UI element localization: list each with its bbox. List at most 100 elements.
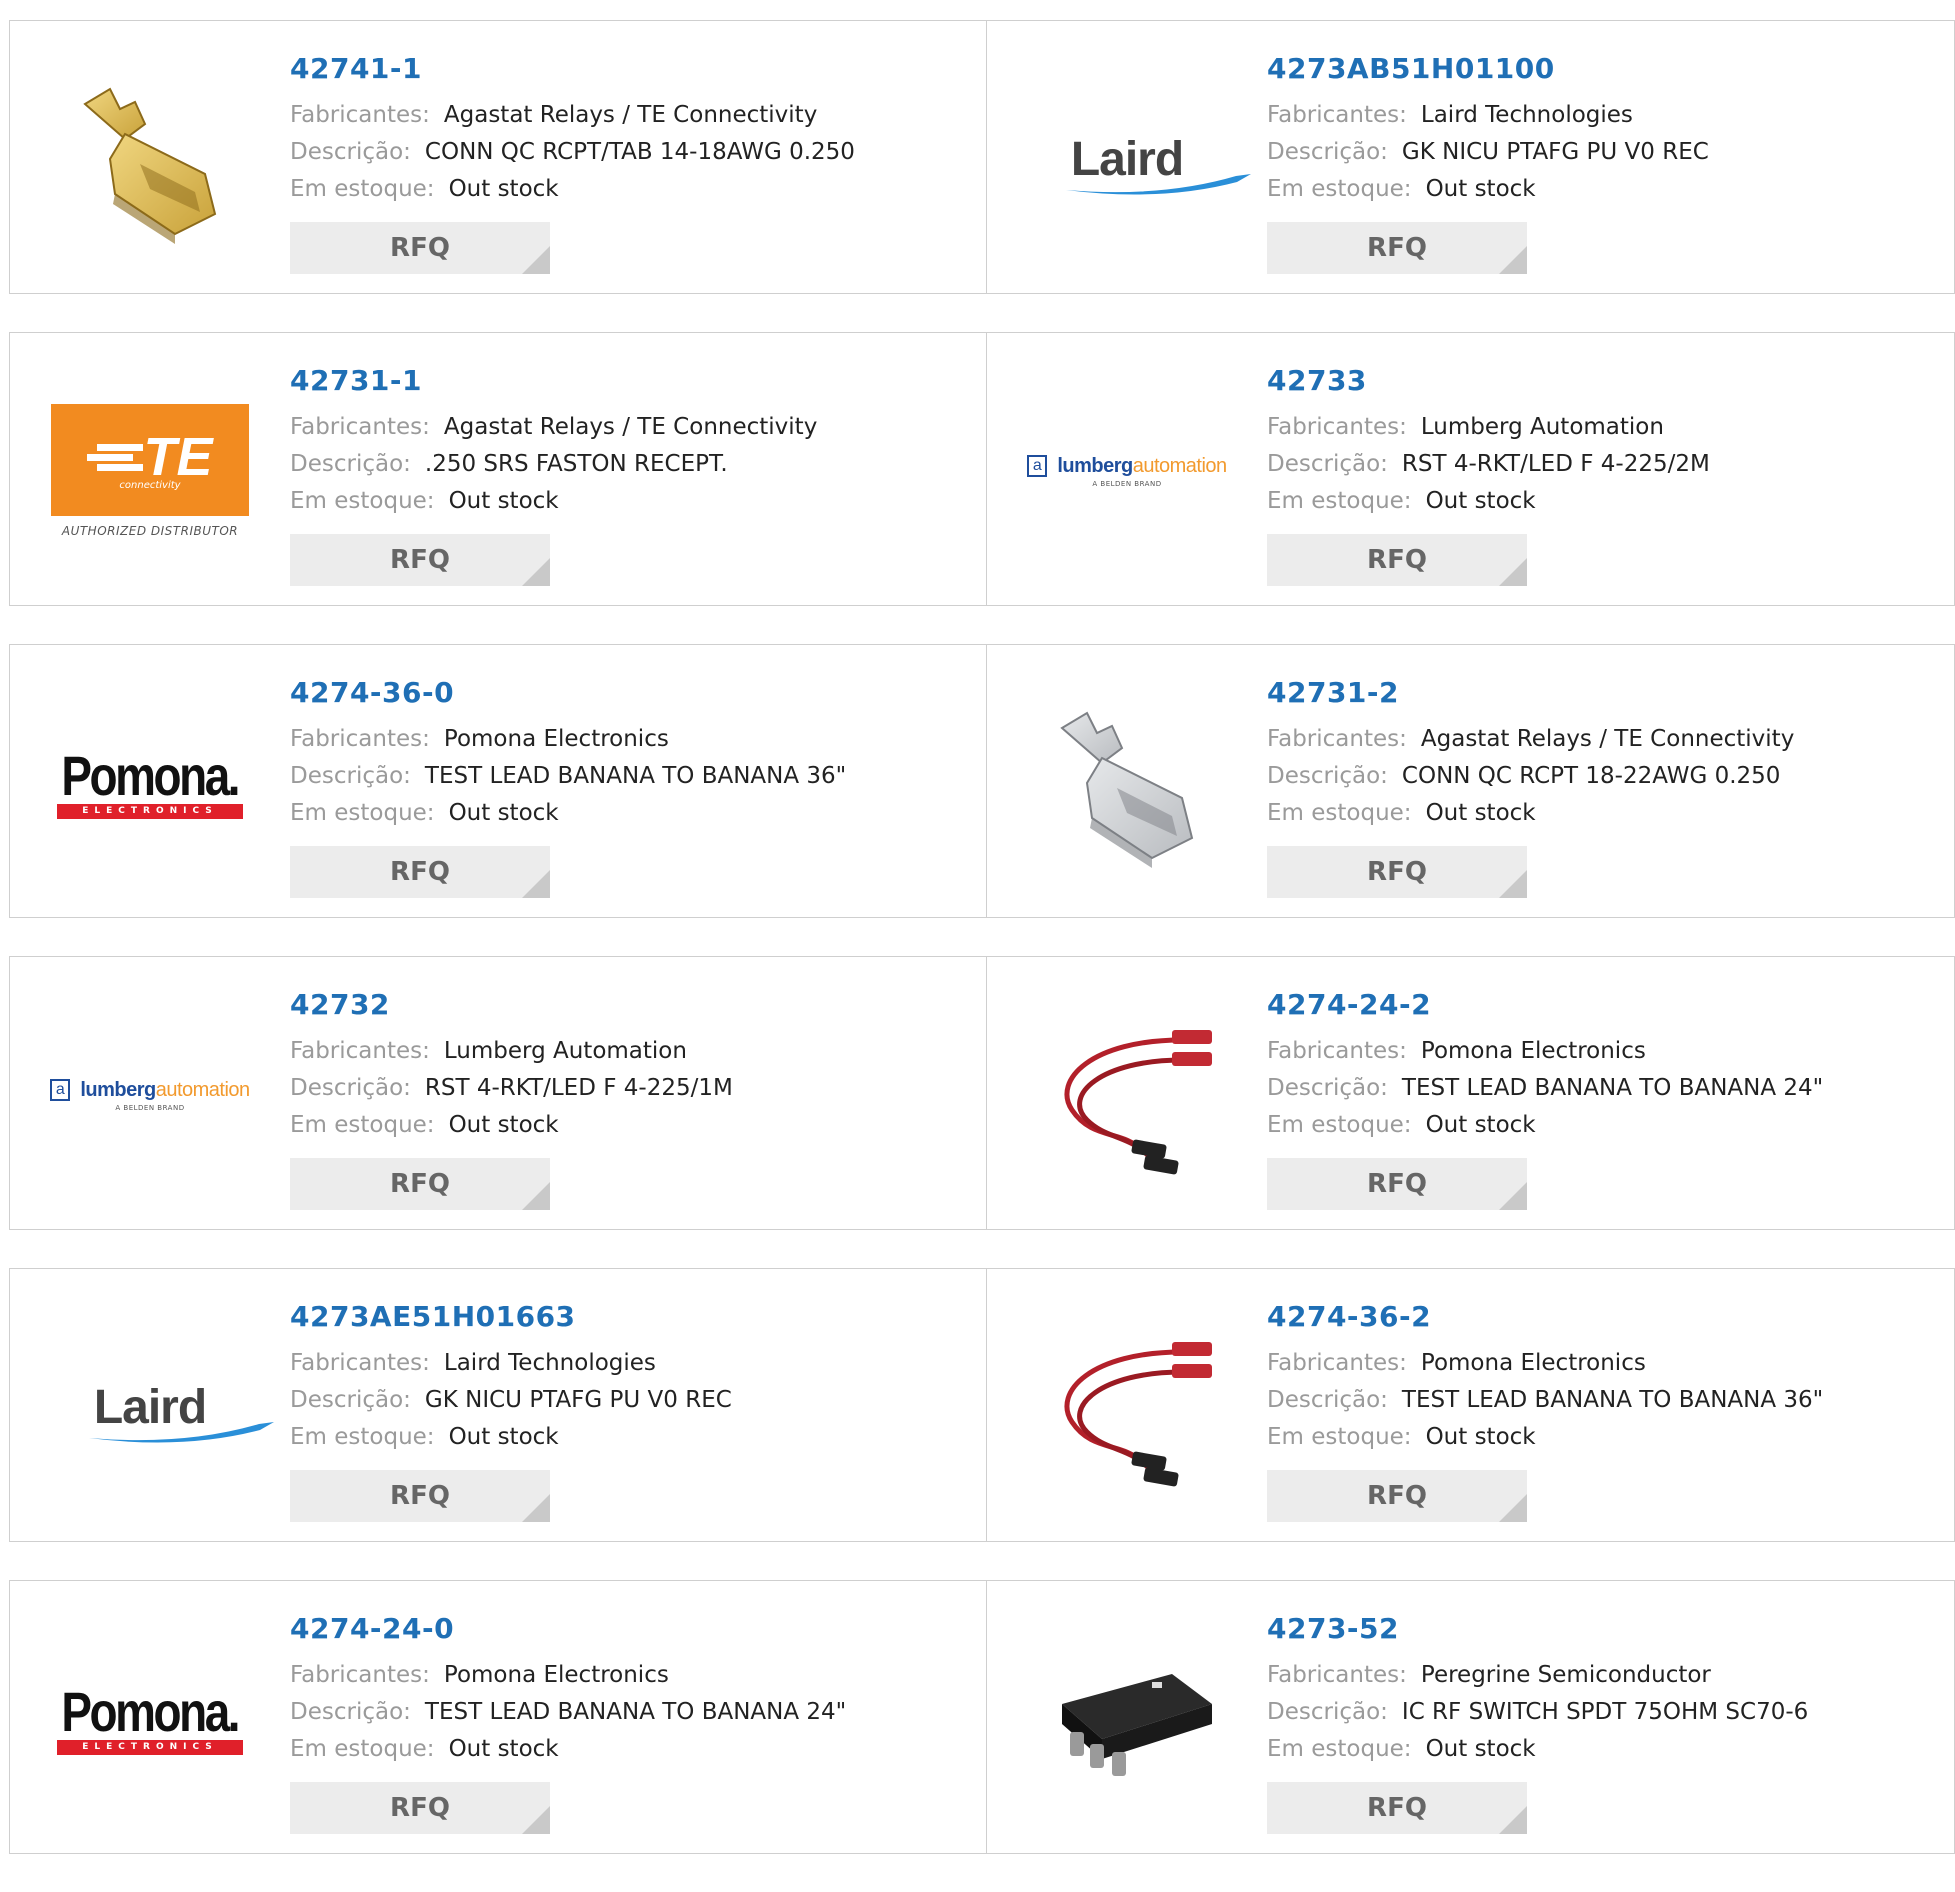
rfq-label: RFQ xyxy=(390,1793,450,1823)
product-image[interactable]: TE connectivity AUTHORIZED DISTRIBUTOR xyxy=(50,371,250,571)
product-image[interactable]: Laird xyxy=(50,1307,274,1507)
part-number-link[interactable]: 42731-1 xyxy=(290,363,986,399)
manufacturer-value: Pomona Electronics xyxy=(443,726,669,752)
rfq-corner-decoration xyxy=(1499,870,1527,898)
te-distributor-tag: AUTHORIZED DISTRIBUTOR xyxy=(61,524,239,538)
te-logo: TE connectivity AUTHORIZED DISTRIBUTOR xyxy=(51,404,249,538)
description-row: Descrição: GK NICU PTAFG PU V0 REC xyxy=(1267,134,1954,171)
pomona-logo-text: Pomona. xyxy=(61,743,241,807)
product-image[interactable]: Pomona. ELECTRONICS xyxy=(50,1619,250,1819)
rfq-button[interactable]: RFQ xyxy=(1267,1470,1527,1522)
rfq-corner-decoration xyxy=(1499,246,1527,274)
description-value: RST 4-RKT/LED F 4-225/1M xyxy=(424,1075,733,1101)
rfq-label: RFQ xyxy=(390,1481,450,1511)
part-number-link[interactable]: 42741-1 xyxy=(290,51,986,87)
product-info: 42732 Fabricantes: Lumberg Automation Des… xyxy=(290,987,986,1144)
product-info: 4273AE51H01663 Fabricantes: Laird Technol… xyxy=(290,1299,986,1456)
rfq-button[interactable]: RFQ xyxy=(290,1158,550,1210)
rfq-label: RFQ xyxy=(1367,857,1427,887)
product-image[interactable] xyxy=(50,59,250,259)
part-number-link[interactable]: 42732 xyxy=(290,987,986,1023)
description-label: Descrição: xyxy=(290,763,411,789)
stock-row: Em estoque: Out stock xyxy=(290,795,986,832)
description-row: Descrição: CONN QC RCPT/TAB 14-18AWG 0.25… xyxy=(290,134,986,171)
product-image[interactable] xyxy=(1027,683,1227,883)
description-value: TEST LEAD BANANA TO BANANA 24" xyxy=(1401,1075,1824,1101)
manufacturer-value: Lumberg Automation xyxy=(1420,414,1664,440)
description-value: GK NICU PTAFG PU V0 REC xyxy=(1401,139,1709,165)
product-card: Pomona. ELECTRONICS 4274-24-0 Fabricantes… xyxy=(9,1580,987,1854)
manufacturer-label: Fabricantes: xyxy=(1267,414,1407,440)
ic-chip-image xyxy=(1062,1674,1212,1776)
te-stripes-icon xyxy=(87,443,144,471)
product-image[interactable]: a lumberg automation A BELDEN BRAND xyxy=(1027,371,1227,571)
stock-value: Out stock xyxy=(1425,800,1536,826)
description-value: TEST LEAD BANANA TO BANANA 36" xyxy=(424,763,847,789)
rfq-button[interactable]: RFQ xyxy=(290,1782,550,1834)
stock-row: Em estoque: Out stock xyxy=(1267,1731,1954,1768)
rfq-button[interactable]: RFQ xyxy=(1267,222,1527,274)
part-number-link[interactable]: 4273AB51H01100 xyxy=(1267,51,1954,87)
description-label: Descrição: xyxy=(290,1699,411,1725)
product-info: 42731-2 Fabricantes: Agastat Relays / TE … xyxy=(1267,675,1954,832)
stock-row: Em estoque: Out stock xyxy=(1267,171,1954,208)
rfq-button[interactable]: RFQ xyxy=(290,534,550,586)
rfq-label: RFQ xyxy=(1367,545,1427,575)
manufacturer-value: Laird Technologies xyxy=(443,1350,656,1376)
part-number-link[interactable]: 4274-24-2 xyxy=(1267,987,1954,1023)
product-image[interactable]: Laird xyxy=(1027,59,1251,259)
gold-terminal-image xyxy=(83,87,217,244)
lumberg-logo-text-a: lumberg xyxy=(80,1078,156,1101)
part-number-link[interactable]: 4273AE51H01663 xyxy=(290,1299,986,1335)
manufacturer-label: Fabricantes: xyxy=(290,414,430,440)
stock-value: Out stock xyxy=(448,176,559,202)
description-row: Descrição: GK NICU PTAFG PU V0 REC xyxy=(290,1382,986,1419)
part-number-link[interactable]: 4274-36-2 xyxy=(1267,1299,1954,1335)
product-image[interactable]: a lumberg automation A BELDEN BRAND xyxy=(50,995,250,1195)
rfq-button[interactable]: RFQ xyxy=(290,846,550,898)
part-number-link[interactable]: 42731-2 xyxy=(1267,675,1954,711)
laird-logo: Laird xyxy=(88,1380,274,1442)
part-number-link[interactable]: 4273-52 xyxy=(1267,1611,1954,1647)
stock-row: Em estoque: Out stock xyxy=(290,171,986,208)
product-card: Laird 4273AE51H01663 Fabricantes: Laird T… xyxy=(9,1268,987,1542)
te-logo-box: TE connectivity xyxy=(51,404,249,516)
manufacturer-row: Fabricantes: Laird Technologies xyxy=(1267,97,1954,134)
stock-label: Em estoque: xyxy=(1267,488,1412,514)
lumberg-logo: a lumberg automation A BELDEN BRAND xyxy=(1027,454,1227,488)
product-card: Pomona. ELECTRONICS 4274-36-0 Fabricantes… xyxy=(9,644,987,918)
manufacturer-row: Fabricantes: Pomona Electronics xyxy=(1267,1345,1954,1382)
rfq-corner-decoration xyxy=(522,558,550,586)
description-label: Descrição: xyxy=(290,1075,411,1101)
product-card: 4274-36-2 Fabricantes: Pomona Electronics… xyxy=(987,1268,1955,1542)
part-number-link[interactable]: 42733 xyxy=(1267,363,1954,399)
rfq-button[interactable]: RFQ xyxy=(1267,1158,1527,1210)
product-info: 4274-24-2 Fabricantes: Pomona Electronics… xyxy=(1267,987,1954,1144)
product-info: 4274-24-0 Fabricantes: Pomona Electronics… xyxy=(290,1611,986,1768)
te-logo-text: TE xyxy=(143,426,213,487)
lumberg-logo: a lumberg automation A BELDEN BRAND xyxy=(50,1078,250,1112)
rfq-label: RFQ xyxy=(390,545,450,575)
description-label: Descrição: xyxy=(1267,1387,1388,1413)
rfq-corner-decoration xyxy=(1499,1806,1527,1834)
rfq-button[interactable]: RFQ xyxy=(1267,534,1527,586)
rfq-button[interactable]: RFQ xyxy=(1267,1782,1527,1834)
product-image[interactable] xyxy=(1027,1619,1227,1819)
product-grid: 42741-1 Fabricantes: Agastat Relays / TE … xyxy=(9,20,1955,1892)
stock-value: Out stock xyxy=(448,1736,559,1762)
product-image[interactable] xyxy=(1027,995,1227,1195)
lumberg-logo-mark: a lumberg automation xyxy=(1027,454,1227,478)
rfq-button[interactable]: RFQ xyxy=(290,1470,550,1522)
part-number-link[interactable]: 4274-36-0 xyxy=(290,675,986,711)
product-image[interactable]: Pomona. ELECTRONICS xyxy=(50,683,250,883)
rfq-button[interactable]: RFQ xyxy=(290,222,550,274)
manufacturer-row: Fabricantes: Pomona Electronics xyxy=(290,721,986,758)
product-image[interactable] xyxy=(1027,1307,1227,1507)
part-number-link[interactable]: 4274-24-0 xyxy=(290,1611,986,1647)
manufacturer-value: Lumberg Automation xyxy=(443,1038,687,1064)
manufacturer-row: Fabricantes: Laird Technologies xyxy=(290,1345,986,1382)
rfq-button[interactable]: RFQ xyxy=(1267,846,1527,898)
lumberg-logo-text-b: automation xyxy=(1132,454,1227,477)
manufacturer-row: Fabricantes: Peregrine Semiconductor xyxy=(1267,1657,1954,1694)
stock-label: Em estoque: xyxy=(290,176,435,202)
